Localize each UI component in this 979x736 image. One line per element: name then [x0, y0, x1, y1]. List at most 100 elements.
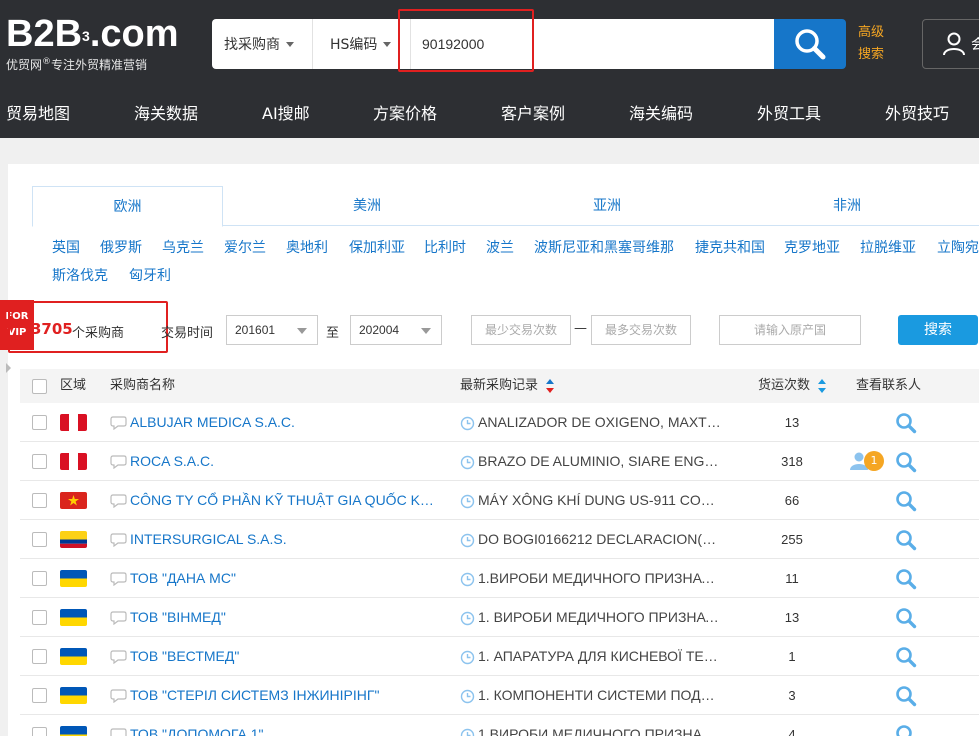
search-icon[interactable]	[895, 451, 917, 473]
search-icon[interactable]	[895, 646, 917, 668]
nav-item-cases[interactable]: 客户案例	[501, 94, 565, 134]
nav-item-ai-email[interactable]: AI搜邮	[262, 94, 310, 134]
search-button[interactable]	[774, 19, 846, 69]
top-header: B2B3.com 优贸网®专注外贸精准营销 找采购商 HS编码 高级搜索 会 贸…	[0, 0, 979, 138]
row-checkbox[interactable]	[32, 727, 47, 736]
country-link[interactable]: 克罗地亚	[784, 234, 840, 262]
nav-item-trade-map[interactable]: 贸易地图	[6, 94, 70, 134]
country-flag-icon	[60, 687, 87, 704]
contact-count-badge[interactable]: 1	[864, 451, 884, 471]
table-row: ТОВ "ВЕСТМЕД" 1. АПАРАТУРА ДЛЯ КИСНЕВОЇ …	[20, 637, 979, 676]
row-checkbox[interactable]	[32, 649, 47, 664]
search-icon[interactable]	[895, 490, 917, 512]
shipment-count: 1	[788, 649, 796, 664]
country-link[interactable]: 立陶宛	[937, 234, 979, 262]
row-checkbox[interactable]	[32, 493, 47, 508]
buyer-name-link[interactable]: ТОВ "ВІНМЕД"	[110, 598, 440, 637]
search-icon[interactable]	[895, 607, 917, 629]
nav-item-pricing[interactable]: 方案价格	[373, 94, 437, 134]
latest-record[interactable]: ANALIZADOR DE OXIGENO, MAXTEC	[460, 403, 722, 442]
country-link[interactable]: 英国	[52, 234, 80, 262]
sort-icon[interactable]	[546, 378, 555, 393]
country-link[interactable]: 波斯尼亚和黑塞哥维那	[534, 234, 674, 262]
country-link[interactable]: 乌克兰	[162, 234, 204, 262]
filter-search-button[interactable]: 搜索	[898, 315, 978, 345]
search-icon[interactable]	[895, 724, 917, 736]
buyer-count-label: 个采购商	[72, 326, 125, 341]
nav-item-tips[interactable]: 外贸技巧	[885, 94, 949, 134]
country-link[interactable]: 俄罗斯	[100, 234, 142, 262]
min-trades-input[interactable]: 最少交易次数	[471, 315, 571, 345]
row-checkbox[interactable]	[32, 415, 47, 430]
select-all-checkbox[interactable]	[32, 379, 47, 394]
chat-bubble-icon[interactable]	[110, 494, 127, 509]
chat-bubble-icon[interactable]	[110, 416, 127, 431]
latest-record[interactable]: 1.ВИРОБИ МЕДИЧНОГО ПРИЗНАЧЕННЯ	[460, 715, 722, 736]
latest-record[interactable]: 1. КОМПОНЕНТИ СИСТЕМИ ПОДАЧІ	[460, 676, 722, 715]
latest-record[interactable]: 1.ВИРОБИ МЕДИЧНОГО ПРИЗНАЧЕННЯ	[460, 559, 722, 598]
tab-asia[interactable]: 亚洲	[512, 186, 702, 226]
country-link[interactable]: 匈牙利	[129, 262, 171, 290]
country-flag-icon	[60, 726, 87, 736]
country-link[interactable]: 奥地利	[286, 234, 328, 262]
country-flag-icon	[60, 609, 87, 626]
table-body: ALBUJAR MEDICA S.A.C. ANALIZADOR DE OXIG…	[20, 403, 979, 736]
chat-bubble-icon[interactable]	[110, 611, 127, 626]
max-trades-input[interactable]: 最多交易次数	[591, 315, 691, 345]
buyer-name-link[interactable]: ROCA S.A.C.	[110, 442, 440, 481]
search-icon[interactable]	[895, 412, 917, 434]
row-checkbox[interactable]	[32, 532, 47, 547]
nav-item-customs-data[interactable]: 海关数据	[134, 94, 198, 134]
chat-bubble-icon[interactable]	[110, 689, 127, 704]
buyer-name-link[interactable]: CÔNG TY CỔ PHẦN KỸ THUẬT GIA QUỐC KHANG	[110, 481, 440, 520]
buyer-name-link[interactable]: ТОВ "ДАНА МС"	[110, 559, 440, 598]
search-field-select[interactable]: HS编码	[330, 19, 392, 69]
search-type-select[interactable]: 找采购商	[224, 19, 294, 69]
buyer-name-link[interactable]: INTERSURGICAL S.A.S.	[110, 520, 440, 559]
buyer-name-link[interactable]: ALBUJAR MEDICA S.A.C.	[110, 403, 440, 442]
row-checkbox[interactable]	[32, 688, 47, 703]
buyer-name-link[interactable]: ТОВ "ВЕСТМЕД"	[110, 637, 440, 676]
chat-bubble-icon[interactable]	[110, 533, 127, 548]
row-checkbox[interactable]	[32, 454, 47, 469]
buyer-name-link[interactable]: ТОВ "ДОПОМОГА 1"	[110, 715, 440, 736]
country-link[interactable]: 比利时	[424, 234, 466, 262]
tab-europe[interactable]: 欧洲	[32, 186, 223, 227]
col-latest-record[interactable]: 最新采购记录	[460, 369, 555, 403]
date-from-select[interactable]: 201601	[226, 315, 318, 345]
latest-record[interactable]: 1. ВИРОБИ МЕДИЧНОГО ПРИЗНАЧЕННЯ	[460, 598, 722, 637]
latest-record[interactable]: MÁY XÔNG KHÍ DUNG US-911 COMPRESSOR	[460, 481, 722, 520]
site-logo[interactable]: B2B3.com 优贸网®专注外贸精准营销	[6, 14, 179, 73]
country-link[interactable]: 爱尔兰	[224, 234, 266, 262]
col-shipments[interactable]: 货运次数	[758, 369, 827, 403]
sort-icon[interactable]	[818, 378, 827, 393]
collapse-arrow-icon[interactable]	[6, 363, 11, 373]
chat-bubble-icon[interactable]	[110, 455, 127, 470]
latest-record[interactable]: 1. АПАРАТУРА ДЛЯ КИСНЕВОЇ ТЕРАПІЇ	[460, 637, 722, 676]
country-link[interactable]: 捷克共和国	[695, 234, 765, 262]
row-checkbox[interactable]	[32, 610, 47, 625]
search-icon[interactable]	[895, 568, 917, 590]
tab-africa[interactable]: 非洲	[752, 186, 942, 226]
latest-record[interactable]: BRAZO DE ALUMINIO, SIARE ENGINEERING	[460, 442, 722, 481]
user-login-button[interactable]: 会	[922, 19, 979, 69]
search-icon[interactable]	[895, 685, 917, 707]
country-link[interactable]: 拉脱维亚	[860, 234, 916, 262]
advanced-search-link[interactable]: 高级搜索	[858, 22, 890, 66]
chat-bubble-icon[interactable]	[110, 572, 127, 587]
nav-item-tools[interactable]: 外贸工具	[757, 94, 821, 134]
nav-item-hs-codes[interactable]: 海关编码	[629, 94, 693, 134]
search-input[interactable]	[410, 19, 770, 69]
latest-record[interactable]: DO BOGI0166212 DECLARACION(1-1)	[460, 520, 722, 559]
search-icon[interactable]	[895, 529, 917, 551]
buyer-name-link[interactable]: ТОВ "СТЕРІЛ СИСТЕМЗ ІНЖИНІРІНГ"	[110, 676, 440, 715]
date-to-select[interactable]: 202004	[350, 315, 442, 345]
row-checkbox[interactable]	[32, 571, 47, 586]
country-link[interactable]: 斯洛伐克	[52, 262, 108, 290]
tab-americas[interactable]: 美洲	[272, 186, 462, 226]
origin-country-input[interactable]: 请输入原产国	[719, 315, 861, 345]
chat-bubble-icon[interactable]	[110, 728, 127, 736]
country-link[interactable]: 波兰	[486, 234, 514, 262]
chat-bubble-icon[interactable]	[110, 650, 127, 665]
country-link[interactable]: 保加利亚	[349, 234, 405, 262]
